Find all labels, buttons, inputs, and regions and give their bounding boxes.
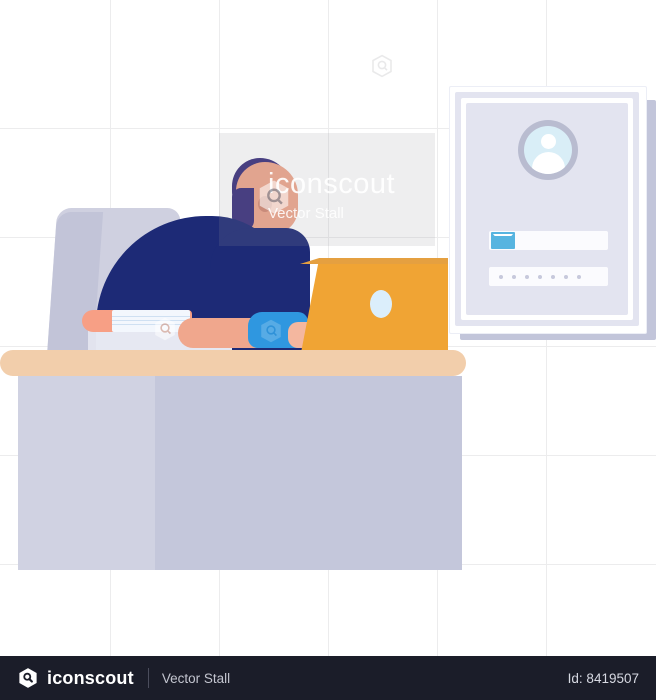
password-masked-dots (494, 267, 606, 286)
footer-asset-id: Id: 8419507 (567, 670, 639, 686)
password-dot (512, 274, 516, 279)
footer-author: Vector Stall (161, 670, 231, 686)
laptop-logo (370, 290, 392, 318)
footer-bar: iconscout Vector Stall Id: 8419507 (0, 656, 656, 700)
footer-divider (147, 668, 149, 688)
laptop-edge (300, 258, 448, 264)
envelope-icon (491, 232, 515, 249)
password-dot (551, 274, 555, 279)
avatar-body-shape (532, 152, 565, 174)
footer-brand: iconscout (47, 667, 134, 688)
user-avatar-icon (524, 126, 572, 174)
password-dot (564, 274, 568, 279)
desk-panel (155, 376, 462, 570)
password-dot (538, 274, 542, 279)
password-dot (577, 274, 581, 279)
scene (0, 0, 656, 656)
avatar-head-shape (541, 134, 556, 149)
envelope-flap (493, 234, 513, 246)
iconscout-logo-icon[interactable] (17, 667, 39, 689)
password-dot (499, 274, 503, 279)
watermark-backdrop (219, 133, 435, 246)
desk-top (0, 350, 466, 376)
password-dot (525, 274, 529, 279)
illustration-canvas: iconscout Vector Stall (0, 0, 656, 656)
